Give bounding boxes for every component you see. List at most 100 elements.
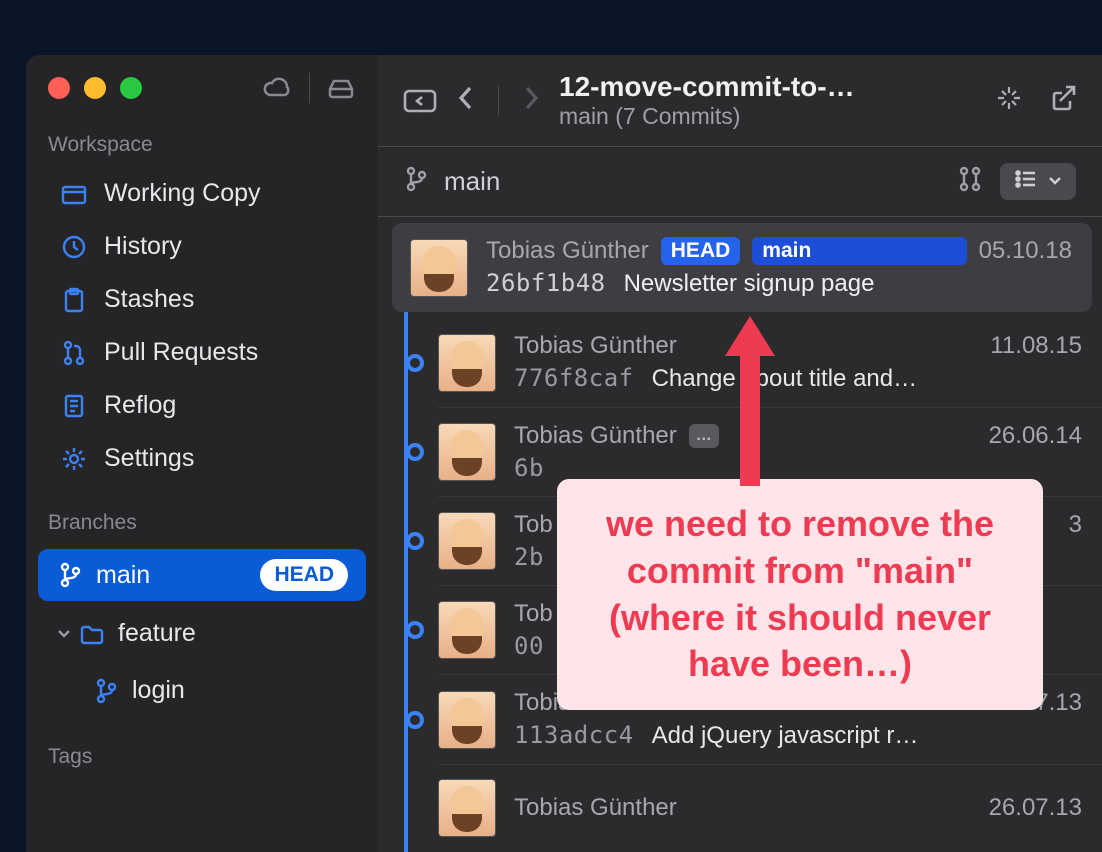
commit-row[interactable]: Tob 3 2b bbox=[438, 497, 1102, 586]
branch-icon bbox=[92, 678, 120, 704]
nav-arrows bbox=[456, 84, 541, 117]
commit-author: Tob bbox=[514, 511, 553, 539]
commit-hash: 776f8caf bbox=[514, 364, 634, 392]
app-window: Workspace Working Copy History Stashes P… bbox=[26, 55, 1102, 852]
sidebar-item-label: Pull Requests bbox=[104, 338, 258, 367]
toolbar: 12-move-commit-to-… main (7 Commits) bbox=[378, 55, 1102, 147]
commit-date: 26.06.14 bbox=[989, 422, 1082, 450]
sidebar-item-working-copy[interactable]: Working Copy bbox=[26, 167, 378, 220]
view-mode-dropdown[interactable] bbox=[1000, 163, 1076, 200]
workspace-section-label: Workspace bbox=[26, 125, 378, 167]
sidebar-item-label: Settings bbox=[104, 444, 194, 473]
avatar bbox=[438, 691, 496, 749]
sidebar-item-label: History bbox=[104, 232, 182, 261]
commit-row[interactable]: Tobias Günther 11.08.15 776f8caf Change … bbox=[438, 318, 1102, 408]
graph-node bbox=[406, 354, 424, 372]
head-badge: HEAD bbox=[661, 237, 741, 265]
folder-icon bbox=[78, 623, 106, 645]
sidebar-item-label: Working Copy bbox=[104, 179, 261, 208]
repo-title: 12-move-commit-to-… bbox=[559, 71, 855, 103]
branch-folder-feature[interactable]: feature bbox=[38, 609, 366, 658]
avatar bbox=[410, 239, 468, 297]
commit-date: 26.07.13 bbox=[989, 689, 1082, 717]
head-badge: HEAD bbox=[260, 559, 348, 591]
titlebar bbox=[26, 73, 378, 125]
commit-author: Tobias Günther bbox=[514, 332, 677, 360]
avatar bbox=[438, 334, 496, 392]
commit-message: Add jQuery javascript r… bbox=[652, 722, 919, 750]
branch-item-login[interactable]: login bbox=[38, 666, 366, 715]
commit-row[interactable]: Tobias Günther 26.07.13 bbox=[438, 765, 1102, 851]
drive-icon[interactable] bbox=[326, 77, 356, 99]
avatar bbox=[438, 512, 496, 570]
branch-label: main bbox=[96, 561, 150, 590]
gear-icon bbox=[60, 446, 88, 472]
commit-list: Tobias Günther HEAD main 05.10.18 26bf1b… bbox=[378, 217, 1102, 852]
external-icon[interactable] bbox=[1048, 83, 1078, 118]
branch-item-main[interactable]: main HEAD bbox=[38, 549, 366, 601]
graph-node bbox=[406, 711, 424, 729]
commit-author: Tobias Günther bbox=[514, 794, 677, 822]
branch-badge: main bbox=[752, 237, 966, 265]
commit-row[interactable]: Tobias Günther … 26.06.14 6b bbox=[438, 408, 1102, 497]
close-window-button[interactable] bbox=[48, 77, 70, 99]
branch-icon bbox=[404, 165, 428, 198]
tags-section-label: Tags bbox=[26, 737, 378, 779]
nav-back-button[interactable] bbox=[456, 84, 476, 117]
folder-icon bbox=[60, 183, 88, 205]
commit-author: Tobias Günthe bbox=[514, 689, 669, 717]
pull-request-icon bbox=[60, 340, 88, 366]
commit-hash: 113adcc4 bbox=[514, 721, 634, 749]
commit-date: 26.07.13 bbox=[989, 794, 1082, 822]
graph-line bbox=[404, 261, 408, 852]
commit-message: Newsletter signup page bbox=[624, 270, 875, 298]
commit-hash: 00 bbox=[514, 632, 544, 660]
repo-title-block: 12-move-commit-to-… main (7 Commits) bbox=[559, 71, 855, 130]
graph-node bbox=[406, 621, 424, 639]
compare-icon[interactable] bbox=[956, 165, 984, 198]
clipboard-icon bbox=[60, 287, 88, 313]
commit-author: Tobias Günther bbox=[486, 237, 649, 265]
current-branch-name[interactable]: main bbox=[444, 166, 500, 197]
graph-node bbox=[406, 532, 424, 550]
branch-icon bbox=[56, 562, 84, 588]
branch-bar: main bbox=[378, 147, 1102, 217]
commit-row[interactable]: Tob 00 bbox=[438, 586, 1102, 675]
commit-hash: 26bf1b48 bbox=[486, 269, 606, 297]
sidebar-item-settings[interactable]: Settings bbox=[26, 432, 378, 485]
sidebar-item-label: Reflog bbox=[104, 391, 176, 420]
branches-section-label: Branches bbox=[26, 503, 378, 545]
minimize-window-button[interactable] bbox=[84, 77, 106, 99]
chevron-down-icon bbox=[56, 619, 78, 648]
nav-forward-button[interactable] bbox=[521, 84, 541, 117]
avatar bbox=[438, 601, 496, 659]
avatar bbox=[438, 423, 496, 481]
clock-icon bbox=[60, 234, 88, 260]
cloud-icon[interactable] bbox=[263, 77, 293, 99]
tag-badge: … bbox=[689, 424, 719, 448]
traffic-lights bbox=[48, 77, 142, 99]
commit-row[interactable]: Tobias Günther HEAD main 05.10.18 26bf1b… bbox=[392, 223, 1092, 312]
branch-folder-label: feature bbox=[118, 619, 196, 648]
sidebar-item-label: Stashes bbox=[104, 285, 194, 314]
sidebar-item-stashes[interactable]: Stashes bbox=[26, 273, 378, 326]
sidebar-item-pull-requests[interactable]: Pull Requests bbox=[26, 326, 378, 379]
main-panel: 12-move-commit-to-… main (7 Commits) mai… bbox=[378, 55, 1102, 852]
branch-label: login bbox=[132, 676, 185, 705]
commit-date: 3 bbox=[1069, 511, 1082, 539]
graph-node bbox=[406, 443, 424, 461]
chevron-down-icon bbox=[1048, 173, 1062, 191]
sidebar-item-history[interactable]: History bbox=[26, 220, 378, 273]
commit-hash: 6b bbox=[514, 454, 544, 482]
maximize-window-button[interactable] bbox=[120, 77, 142, 99]
commit-author: Tobias Günther bbox=[514, 422, 677, 450]
list-icon bbox=[1014, 169, 1038, 194]
repo-subtitle: main (7 Commits) bbox=[559, 103, 855, 130]
avatar bbox=[438, 779, 496, 837]
commit-hash: 2b bbox=[514, 543, 544, 571]
magic-icon[interactable] bbox=[994, 83, 1024, 118]
commit-row[interactable]: Tobias Günthe 26.07.13 113adcc4 Add jQue… bbox=[438, 675, 1102, 765]
book-icon bbox=[60, 393, 88, 419]
sidebar-item-reflog[interactable]: Reflog bbox=[26, 379, 378, 432]
back-to-repo-icon[interactable] bbox=[402, 86, 438, 116]
